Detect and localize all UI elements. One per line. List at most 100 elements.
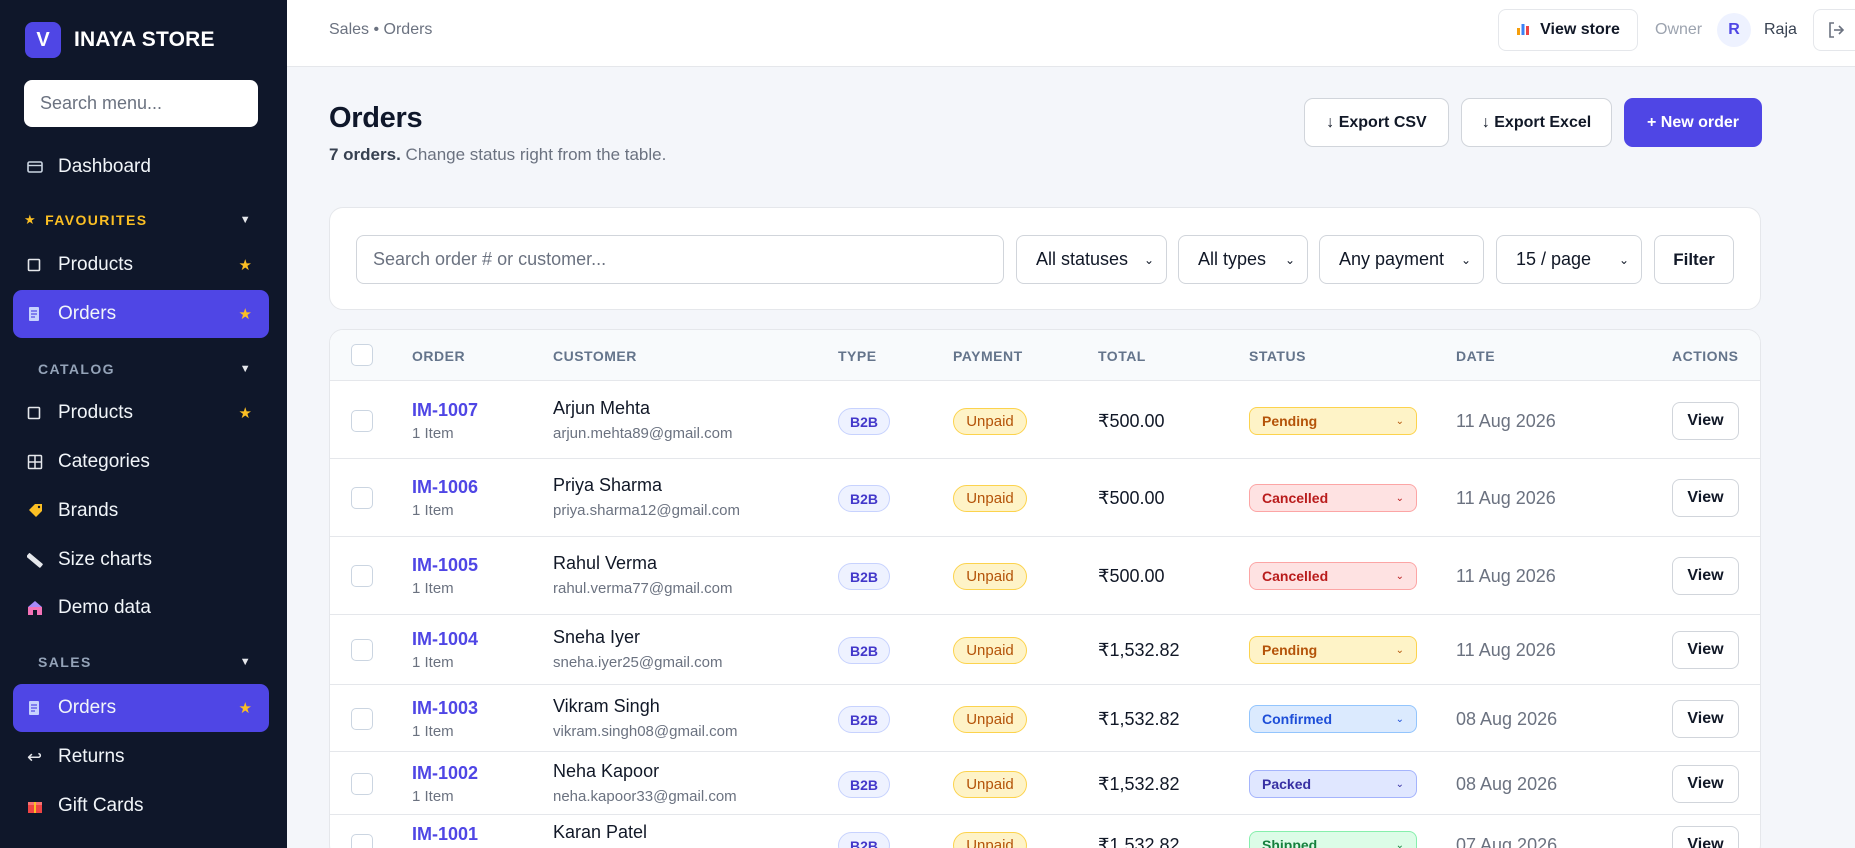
sidebar-item-demo-data[interactable]: Demo data	[13, 584, 269, 632]
order-total: ₹1,532.82	[1098, 640, 1180, 660]
user-name[interactable]: Raja	[1764, 21, 1797, 39]
sidebar-item-size-charts[interactable]: Size charts	[13, 536, 269, 584]
table-row[interactable]: IM-1002 1 Item Neha Kapoor neha.kapoor33@gm…	[330, 752, 1760, 815]
filter-button[interactable]: Filter	[1654, 235, 1734, 284]
section-favourites[interactable]: ★ FAVOURITES ▼	[13, 206, 269, 234]
brand[interactable]: V INAYA STORE	[25, 22, 215, 58]
column-header-order[interactable]: ORDER	[412, 348, 465, 364]
view-order-button[interactable]: View	[1672, 479, 1739, 517]
table-row[interactable]: IM-1006 1 Item Priya Sharma priya.sharma12@…	[330, 459, 1760, 537]
view-order-button[interactable]: View	[1672, 826, 1739, 848]
breadcrumb[interactable]: Sales • Orders	[329, 21, 432, 39]
row-checkbox[interactable]	[351, 410, 373, 432]
type-badge: B2B	[838, 771, 890, 798]
select-value: All types	[1198, 249, 1267, 269]
row-checkbox[interactable]	[351, 708, 373, 730]
star-icon[interactable]: ★	[239, 305, 252, 323]
user-role: Owner	[1655, 21, 1703, 38]
row-checkbox[interactable]	[351, 773, 373, 795]
caret-down-icon: ▼	[239, 214, 252, 226]
status-select[interactable]: Cancelled ⌄	[1249, 484, 1417, 512]
order-search-input[interactable]	[356, 235, 1004, 284]
select-all-checkbox[interactable]	[351, 344, 373, 366]
row-checkbox[interactable]	[351, 565, 373, 587]
filter-bar: All statuses ⌄ All types ⌄ Any payment ⌄…	[329, 207, 1761, 310]
column-header-customer[interactable]: CUSTOMER	[553, 348, 637, 364]
section-sales[interactable]: SALES ▼	[13, 648, 269, 676]
table-row[interactable]: IM-1005 1 Item Rahul Verma rahul.verma77@gm…	[330, 537, 1760, 615]
column-header-type[interactable]: TYPE	[838, 348, 877, 364]
orders-table: ORDER CUSTOMER TYPE PAYMENT TOTAL STATUS…	[329, 329, 1761, 848]
column-header-payment[interactable]: PAYMENT	[953, 348, 1023, 364]
column-header-total[interactable]: TOTAL	[1098, 348, 1146, 364]
sidebar-item-sales-orders[interactable]: Orders ★	[13, 684, 269, 732]
box-icon	[27, 258, 49, 272]
per-page-select[interactable]: 15 / page ⌄	[1496, 235, 1642, 284]
sidebar-item-fav-products[interactable]: Products ★	[13, 241, 269, 289]
view-order-button[interactable]: View	[1672, 557, 1739, 595]
sidebar-item-catalog-products[interactable]: Products ★	[13, 389, 269, 437]
view-order-button[interactable]: View	[1672, 402, 1739, 440]
view-store-button[interactable]: View store	[1498, 9, 1638, 51]
order-number-link[interactable]: IM-1005	[412, 555, 478, 576]
order-number-link[interactable]: IM-1001	[412, 824, 478, 845]
customer-email: arjun.mehta89@gmail.com	[553, 425, 733, 442]
star-icon[interactable]: ★	[239, 256, 252, 274]
status-select[interactable]: Pending ⌄	[1249, 407, 1417, 435]
logout-icon[interactable]	[1813, 9, 1855, 51]
table-row[interactable]: IM-10011 ItemKaran Patelkaran.patel91@gm…	[330, 815, 1760, 848]
order-number-link[interactable]: IM-1004	[412, 629, 478, 650]
table-row[interactable]: IM-1004 1 Item Sneha Iyer sneha.iyer25@gmai…	[330, 615, 1760, 685]
star-icon[interactable]: ★	[239, 404, 252, 422]
avatar[interactable]: R	[1717, 13, 1751, 47]
star-icon: ★	[24, 212, 38, 227]
section-title: SALES	[38, 654, 92, 670]
order-number-link[interactable]: IM-1002	[412, 763, 478, 784]
table-row[interactable]: IM-1003 1 Item Vikram Singh vikram.singh08@…	[330, 685, 1760, 752]
order-total: ₹1,532.82	[1098, 835, 1180, 848]
payment-badge: Unpaid	[953, 706, 1027, 733]
status-value: Cancelled	[1262, 490, 1329, 506]
sidebar-item-dashboard[interactable]: Dashboard	[13, 143, 269, 191]
row-checkbox[interactable]	[351, 834, 373, 848]
new-order-button[interactable]: + New order	[1624, 98, 1762, 147]
dashboard-icon	[27, 160, 49, 174]
order-date: 11 Aug 2026	[1456, 411, 1556, 431]
sidebar-item-brands[interactable]: Brands	[13, 487, 269, 535]
order-number-link[interactable]: IM-1003	[412, 698, 478, 719]
export-csv-button[interactable]: ↓ Export CSV	[1304, 98, 1449, 147]
table-row[interactable]: IM-1007 1 Item Arjun Mehta arjun.mehta89@gm…	[330, 382, 1760, 459]
status-select[interactable]: Shipped ⌄	[1249, 831, 1417, 848]
customer-name: Priya Sharma	[553, 475, 663, 495]
search-menu-input[interactable]	[24, 80, 258, 127]
order-total: ₹1,532.82	[1098, 709, 1180, 729]
star-icon[interactable]: ★	[239, 699, 252, 717]
row-checkbox[interactable]	[351, 639, 373, 661]
column-header-date[interactable]: DATE	[1456, 348, 1495, 364]
status-select[interactable]: Confirmed ⌄	[1249, 705, 1417, 733]
section-title: FAVOURITES	[45, 212, 148, 228]
sidebar-item-returns[interactable]: ↩ Returns	[13, 733, 269, 781]
sidebar-item-categories[interactable]: Categories	[13, 438, 269, 486]
type-filter-select[interactable]: All types ⌄	[1178, 235, 1308, 284]
row-checkbox[interactable]	[351, 487, 373, 509]
section-catalog[interactable]: CATALOG ▼	[13, 355, 269, 383]
view-order-button[interactable]: View	[1672, 631, 1739, 669]
payment-badge: Unpaid	[953, 485, 1027, 512]
order-number-link[interactable]: IM-1006	[412, 477, 478, 498]
view-order-button[interactable]: View	[1672, 765, 1739, 803]
sidebar-item-fav-orders[interactable]: Orders ★	[13, 290, 269, 338]
sidebar-item-gift-cards[interactable]: Gift Cards	[13, 782, 269, 830]
view-order-button[interactable]: View	[1672, 700, 1739, 738]
status-value: Confirmed	[1262, 711, 1332, 727]
status-select[interactable]: Pending ⌄	[1249, 636, 1417, 664]
status-select[interactable]: Cancelled ⌄	[1249, 562, 1417, 590]
status-filter-select[interactable]: All statuses ⌄	[1016, 235, 1167, 284]
export-excel-button[interactable]: ↓ Export Excel	[1461, 98, 1612, 147]
status-select[interactable]: Packed ⌄	[1249, 770, 1417, 798]
payment-filter-select[interactable]: Any payment ⌄	[1319, 235, 1484, 284]
column-header-status[interactable]: STATUS	[1249, 348, 1306, 364]
topbar: Sales • Orders View store Owner R Raja	[287, 0, 1855, 67]
order-number-link[interactable]: IM-1007	[412, 400, 478, 421]
order-date: 11 Aug 2026	[1456, 566, 1556, 586]
